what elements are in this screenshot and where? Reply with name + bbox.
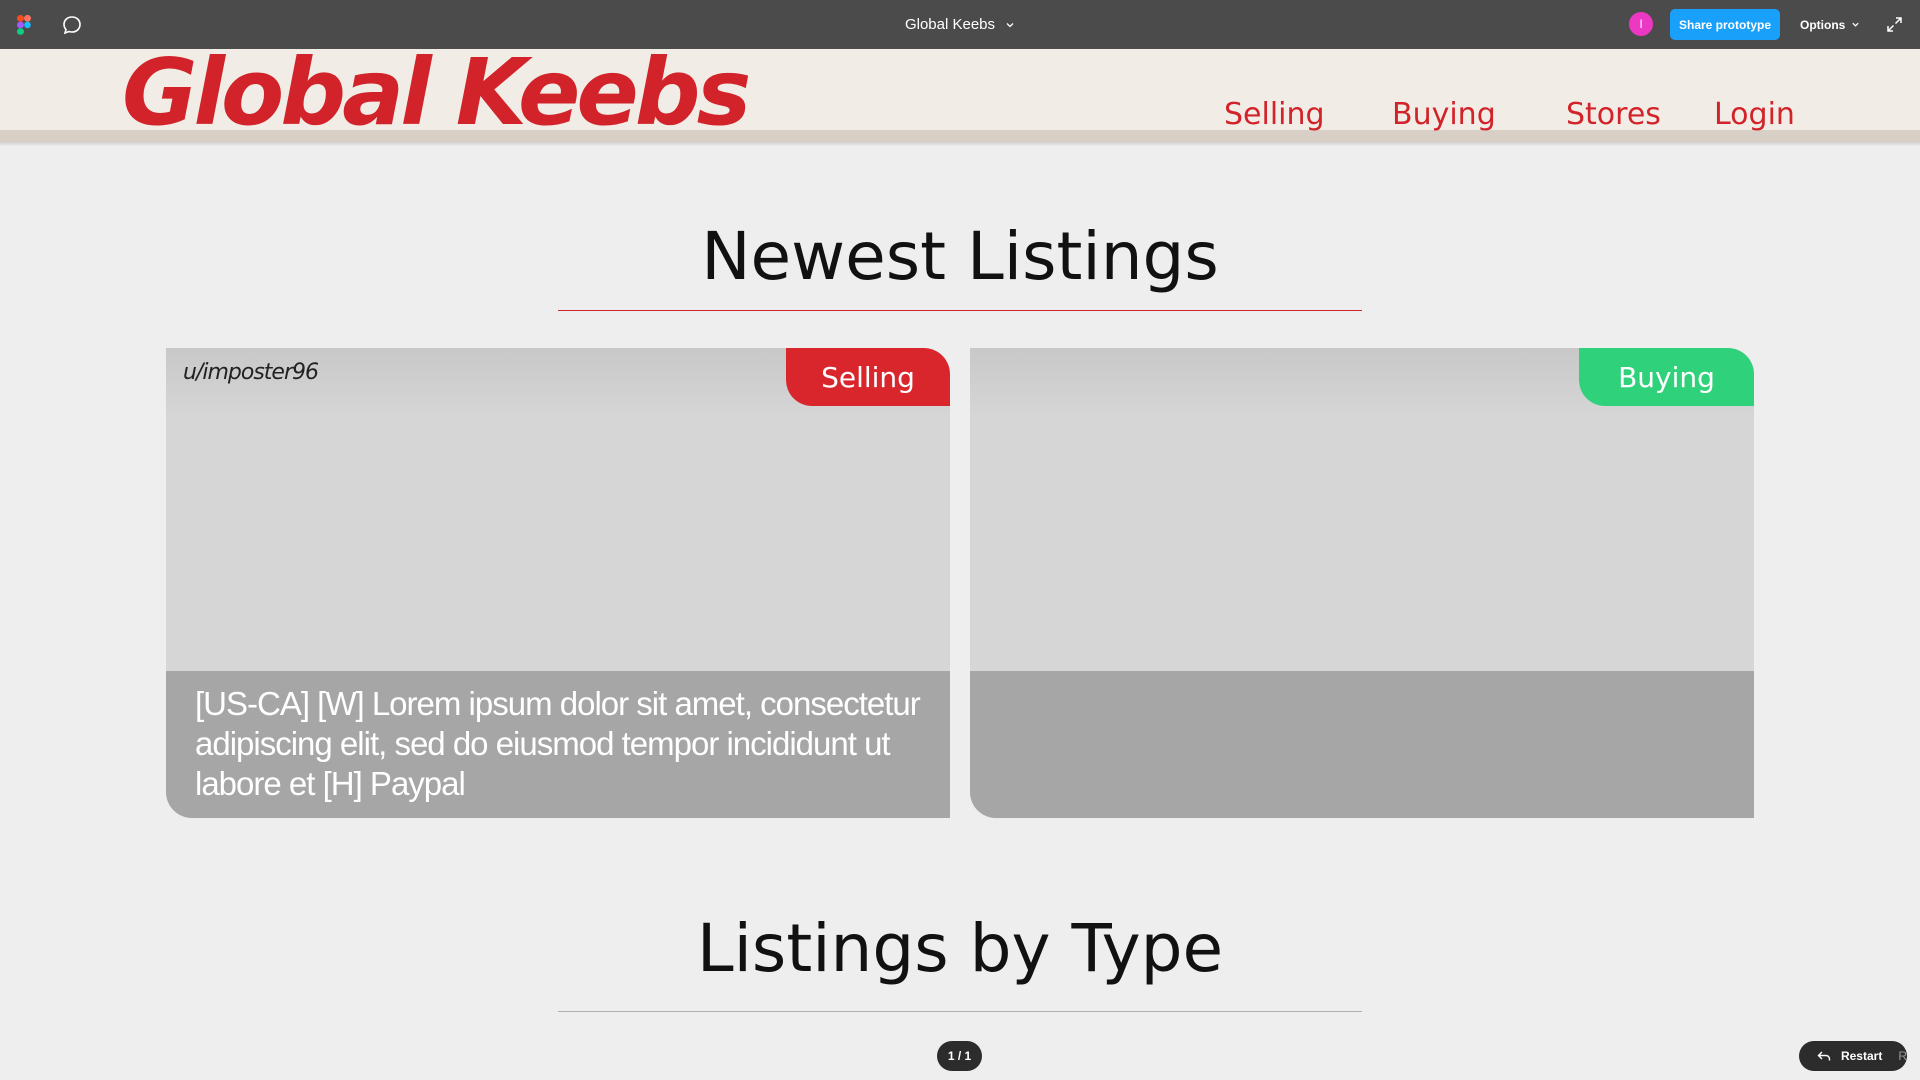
- options-label: Options: [1800, 17, 1846, 32]
- listing-badge-buying: Buying: [1579, 348, 1754, 406]
- listing-card-selling[interactable]: u/imposter96 Selling [US-CA] [W] Lorem i…: [166, 348, 950, 818]
- listing-footer: [US-CA] [W] Lorem ipsum dolor sit amet, …: [166, 671, 950, 818]
- nav-selling[interactable]: Selling: [1224, 97, 1325, 132]
- listing-footer: [970, 671, 1754, 818]
- site-logo[interactable]: Global Keebs: [122, 47, 751, 139]
- listings-by-type-heading: Listings by Type: [696, 910, 1224, 987]
- listing-badge-selling: Selling: [786, 348, 950, 406]
- nav-stores[interactable]: Stores: [1566, 97, 1661, 132]
- chevron-down-icon: [1852, 22, 1859, 27]
- nav-login[interactable]: Login: [1714, 97, 1795, 132]
- restart-label: Restart: [1840, 1049, 1883, 1063]
- expand-icon[interactable]: [1886, 16, 1903, 33]
- page-counter: 1 / 1: [937, 1041, 982, 1071]
- listing-description: [US-CA] [W] Lorem ipsum dolor sit amet, …: [195, 685, 921, 802]
- nav-buying[interactable]: Buying: [1392, 97, 1496, 132]
- share-prototype-button[interactable]: Share prototype: [1670, 9, 1780, 40]
- restart-shortcut: R: [1898, 1049, 1907, 1063]
- avatar[interactable]: I: [1629, 12, 1653, 36]
- listing-username[interactable]: u/imposter96: [183, 360, 319, 385]
- chevron-down-icon: [1006, 22, 1014, 27]
- listings-by-type-divider: [558, 1011, 1362, 1012]
- restart-arrow-icon: [1817, 1051, 1831, 1061]
- site-header: Global Keebs Selling Buying Stores Login: [0, 47, 1920, 146]
- newest-listings-divider: [558, 310, 1362, 311]
- options-button[interactable]: Options: [1800, 9, 1860, 40]
- file-title: Global Keebs: [904, 16, 996, 33]
- restart-button[interactable]: Restart R: [1799, 1041, 1907, 1071]
- listing-card-buying[interactable]: Buying: [970, 348, 1754, 818]
- newest-listings-heading: Newest Listings: [701, 218, 1219, 295]
